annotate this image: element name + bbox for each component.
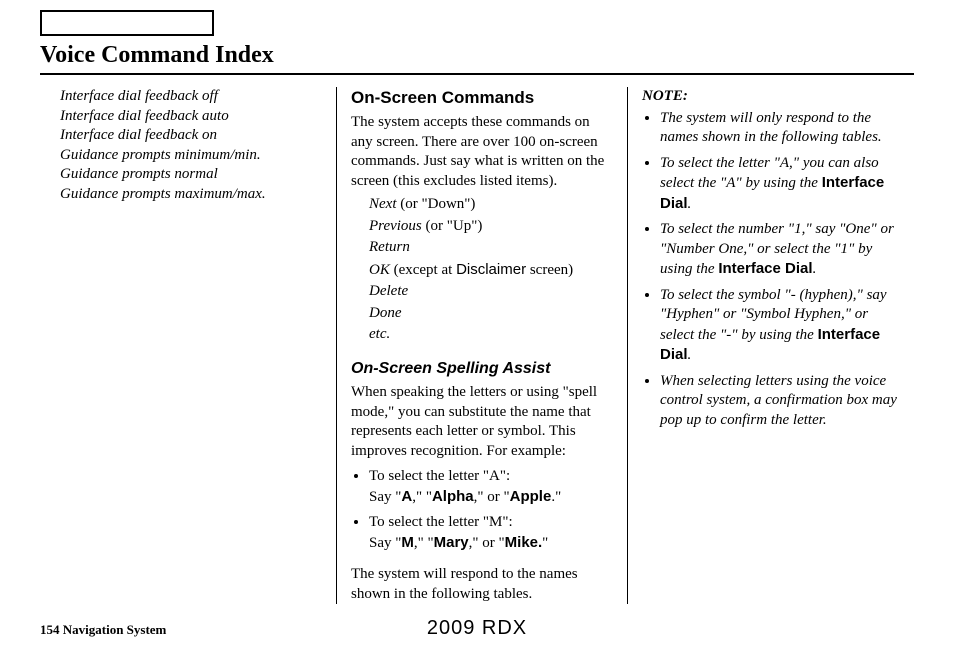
spelling-outro: The system will respond to the names sho… [351, 565, 613, 604]
note-b3: To select the number "1," say "One" or "… [660, 220, 904, 280]
cmd-prev-alt: (or "Up") [426, 218, 483, 234]
note-b4-dot: . [688, 347, 692, 363]
column-2: On-Screen Commands The system accepts th… [336, 87, 628, 604]
note-b1: The system will only respond to the name… [660, 109, 904, 148]
bullet-a-sep1: ," " [412, 489, 432, 505]
col1-line: Guidance prompts normal [60, 165, 322, 185]
bullet-m-M: M [401, 534, 414, 551]
page-title: Voice Command Index [40, 42, 914, 75]
bullet-m-line1: To select the letter "M": [369, 514, 513, 530]
note-b5: When selecting letters using the voice c… [660, 372, 904, 431]
cmd-delete: Delete [369, 282, 613, 302]
note-b4: To select the symbol "- (hyphen)," say "… [660, 286, 904, 366]
cmd-ok-word: OK [369, 262, 394, 278]
cmd-next-word: Next [369, 196, 400, 212]
col1-line: Guidance prompts maximum/max. [60, 185, 322, 205]
bullet-m-end: " [542, 535, 548, 551]
note-bullets: The system will only respond to the name… [642, 109, 904, 431]
intro-spelling: When speaking the letters or using "spel… [351, 383, 613, 461]
heading-spelling: On-Screen Spelling Assist [351, 359, 613, 380]
footer-center: 2009 RDX [0, 617, 954, 640]
column-1: Interface dial feedback off Interface di… [40, 87, 336, 604]
bullet-a-Apple: Apple [510, 488, 552, 505]
heading-commands: On-Screen Commands [351, 87, 613, 109]
bullet-a-A: A [401, 488, 412, 505]
note-b2-dot: . [688, 196, 692, 212]
top-empty-box [40, 10, 214, 36]
bullet-m-Mike: Mike. [505, 534, 543, 551]
bullet-a: To select the letter "A": Say "A," "Alph… [369, 467, 613, 507]
columns: Interface dial feedback off Interface di… [40, 87, 914, 604]
note-b3-dot: . [813, 261, 817, 277]
intro-commands: The system accepts these commands on any… [351, 113, 613, 191]
cmd-ok: OK (except at Disclaimer screen) [369, 260, 613, 281]
page-container: Voice Command Index Interface dial feedb… [0, 0, 954, 652]
bullet-a-end: ." [551, 489, 561, 505]
bullet-a-Alpha: Alpha [432, 488, 474, 505]
cmd-next: Next (or "Down") [369, 195, 613, 215]
cmd-ok-disclaimer: Disclaimer [456, 261, 526, 278]
col1-line: Guidance prompts minimum/min. [60, 146, 322, 166]
cmd-etc: etc. [369, 325, 613, 345]
col1-line: Interface dial feedback auto [60, 107, 322, 127]
bullet-a-sep2: ," or " [474, 489, 510, 505]
col1-lines: Interface dial feedback off Interface di… [60, 87, 322, 204]
bullet-m-Mary: Mary [434, 534, 469, 551]
spelling-bullets: To select the letter "A": Say "A," "Alph… [351, 467, 613, 553]
cmd-ok-open: (except at [394, 262, 456, 278]
note-b2: To select the letter "A," you can also s… [660, 154, 904, 215]
bullet-m-sep1: ," " [414, 535, 434, 551]
col1-line: Interface dial feedback off [60, 87, 322, 107]
column-3: NOTE: The system will only respond to th… [628, 87, 914, 604]
note-b3-iface: Interface Dial [718, 260, 812, 277]
bullet-a-say: Say " [369, 489, 401, 505]
cmd-previous: Previous (or "Up") [369, 217, 613, 237]
cmd-ok-close: screen) [526, 262, 573, 278]
bullet-m-sep2: ," or " [469, 535, 505, 551]
col1-line: Interface dial feedback on [60, 126, 322, 146]
command-list: Next (or "Down") Previous (or "Up") Retu… [351, 195, 613, 345]
cmd-return: Return [369, 238, 613, 258]
note-label: NOTE: [642, 87, 904, 107]
cmd-next-alt: (or "Down") [400, 196, 475, 212]
bullet-a-line1: To select the letter "A": [369, 468, 510, 484]
cmd-prev-word: Previous [369, 218, 426, 234]
cmd-done: Done [369, 304, 613, 324]
bullet-m: To select the letter "M": Say "M," "Mary… [369, 513, 613, 553]
bullet-m-say: Say " [369, 535, 401, 551]
